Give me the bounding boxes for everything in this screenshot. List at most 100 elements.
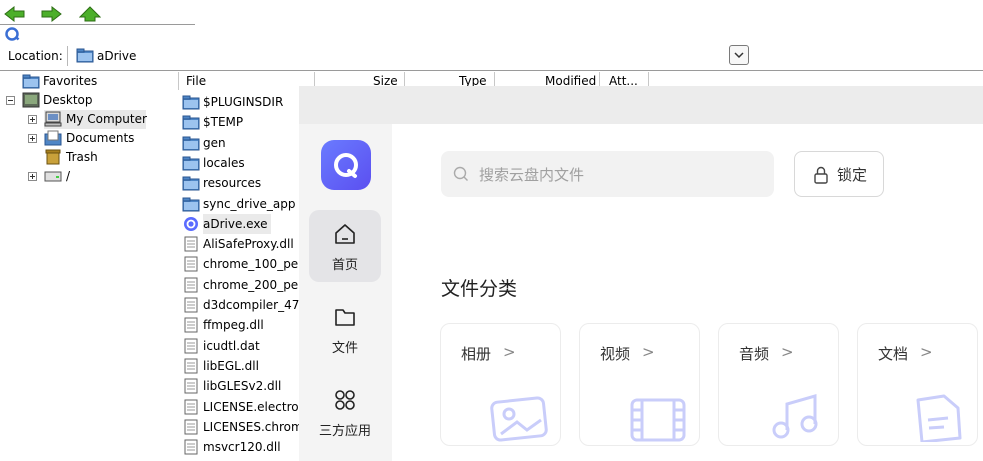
- search-icon: [453, 166, 468, 181]
- nav-files[interactable]: 文件: [309, 293, 381, 365]
- chevron-right-icon: >: [781, 343, 794, 361]
- file-name: ffmpeg.dll: [203, 318, 264, 333]
- category-label: 文档: [878, 345, 909, 363]
- tree-label: Documents: [66, 131, 135, 145]
- folder-tree: Favorites Desktop My Computer Documents …: [0, 72, 178, 461]
- adrive-sidebar: 首页 文件 三方应用: [299, 124, 392, 461]
- computer-icon: [44, 111, 62, 127]
- location-separator: [67, 46, 68, 66]
- category-label: 相册: [461, 345, 492, 363]
- category-card-photos[interactable]: 相册 >: [440, 323, 561, 446]
- location-label: Location:: [8, 49, 63, 63]
- video-icon: [630, 398, 686, 442]
- file-name: libGLESv2.dll: [203, 379, 282, 394]
- category-card-audio[interactable]: 音频 >: [718, 323, 839, 446]
- folder-icon: [182, 95, 200, 110]
- file-icon: [184, 419, 198, 435]
- file-list: $PLUGINSDIR $TEMP gen locales resources sync_…: [179, 92, 299, 461]
- tree-label: Trash: [66, 150, 98, 164]
- file-name: locales: [203, 155, 245, 170]
- drive-icon: [44, 171, 62, 182]
- location-input[interactable]: aDrive: [97, 49, 136, 63]
- file-name: chrome_200_per: [203, 277, 299, 292]
- chevron-right-icon: >: [503, 343, 516, 361]
- folder-icon: [182, 156, 200, 171]
- file-name: sync_drive_app: [203, 196, 296, 211]
- tree-label: Favorites: [43, 74, 98, 88]
- file-name: LICENSE.electron: [203, 399, 299, 414]
- file-icon: [184, 277, 198, 293]
- file-icon: [184, 399, 198, 414]
- adrive-app-icon: [184, 216, 198, 231]
- tree-label: My Computer: [66, 112, 147, 126]
- trash-icon: [45, 149, 61, 165]
- file-name: msvcr120.dll: [203, 440, 281, 455]
- column-file[interactable]: File: [186, 74, 206, 88]
- file-name: $TEMP: [203, 115, 244, 130]
- folder-icon: [182, 115, 200, 130]
- category-label: 音频: [739, 345, 770, 363]
- column-divider: [178, 72, 179, 90]
- folder-icon: [76, 48, 94, 63]
- nav-third-party-apps[interactable]: 三方应用: [309, 376, 381, 448]
- expand-toggle[interactable]: [28, 134, 37, 143]
- lock-label: 锁定: [837, 166, 868, 184]
- nav-home-label: 首页: [331, 258, 358, 273]
- file-icon: [184, 236, 198, 252]
- file-name: LICENSES.chrom: [203, 419, 299, 434]
- category-card-documents[interactable]: 文档 >: [857, 323, 978, 446]
- back-arrow-icon[interactable]: [4, 6, 26, 22]
- file-name: resources: [203, 176, 262, 191]
- adrive-titlebar: [299, 86, 983, 124]
- nav-apps-label: 三方应用: [318, 424, 371, 439]
- file-name: chrome_100_per: [203, 257, 299, 272]
- file-name: icudtl.dat: [203, 338, 260, 353]
- folder-icon: [22, 74, 40, 89]
- file-name: $PLUGINSDIR: [203, 95, 284, 109]
- file-name: d3dcompiler_47.: [203, 298, 299, 312]
- up-arrow-icon[interactable]: [79, 6, 101, 22]
- file-icon: [184, 338, 198, 354]
- section-title: 文件分类: [441, 278, 518, 300]
- location-bar: [0, 42, 983, 71]
- photo-icon: [490, 396, 548, 442]
- apps-icon: [335, 390, 355, 410]
- adrive-logo-icon: [334, 153, 358, 178]
- tree-label: Desktop: [43, 93, 93, 107]
- folder-icon: [182, 136, 200, 151]
- chevron-down-icon: [734, 52, 744, 59]
- collapse-toggle[interactable]: [6, 96, 15, 105]
- category-label: 视频: [600, 345, 631, 363]
- home-icon: [335, 224, 355, 244]
- lock-button[interactable]: 锁定: [794, 151, 884, 197]
- desktop-icon: [22, 92, 40, 108]
- lock-icon: [814, 166, 828, 184]
- file-icon: [184, 256, 198, 272]
- music-icon: [772, 394, 818, 439]
- location-dropdown-button[interactable]: [729, 45, 749, 65]
- category-card-videos[interactable]: 视频 >: [579, 323, 700, 446]
- file-icon: [184, 439, 198, 455]
- file-icon: [184, 358, 198, 374]
- search-placeholder: 搜索云盘内文件: [479, 166, 585, 184]
- file-icon: [184, 297, 198, 313]
- expand-toggle[interactable]: [28, 115, 37, 124]
- chevron-right-icon: >: [642, 343, 655, 361]
- file-icon: [184, 378, 198, 394]
- file-name: aDrive.exe: [203, 213, 272, 234]
- folder-icon: [182, 176, 200, 191]
- chevron-right-icon: >: [920, 343, 933, 361]
- expand-toggle[interactable]: [28, 172, 37, 181]
- nav-files-label: 文件: [331, 341, 358, 356]
- nav-home[interactable]: 首页: [309, 210, 381, 282]
- folder-icon: [182, 197, 200, 211]
- tree-item-my-computer[interactable]: My Computer: [44, 110, 147, 129]
- adrive-window: 首页 文件 三方应用 搜索云盘内文件 锁定 文件分类 相册 > 视频 > 音频 …: [299, 86, 983, 461]
- file-icon: [184, 317, 198, 333]
- tree-label: /: [66, 169, 71, 183]
- loading-spinner-icon: [5, 27, 20, 41]
- forward-arrow-icon[interactable]: [40, 6, 62, 22]
- file-name: AliSafeProxy.dll: [203, 237, 294, 252]
- file-name: libEGL.dll: [203, 358, 259, 373]
- search-input[interactable]: 搜索云盘内文件: [441, 151, 774, 197]
